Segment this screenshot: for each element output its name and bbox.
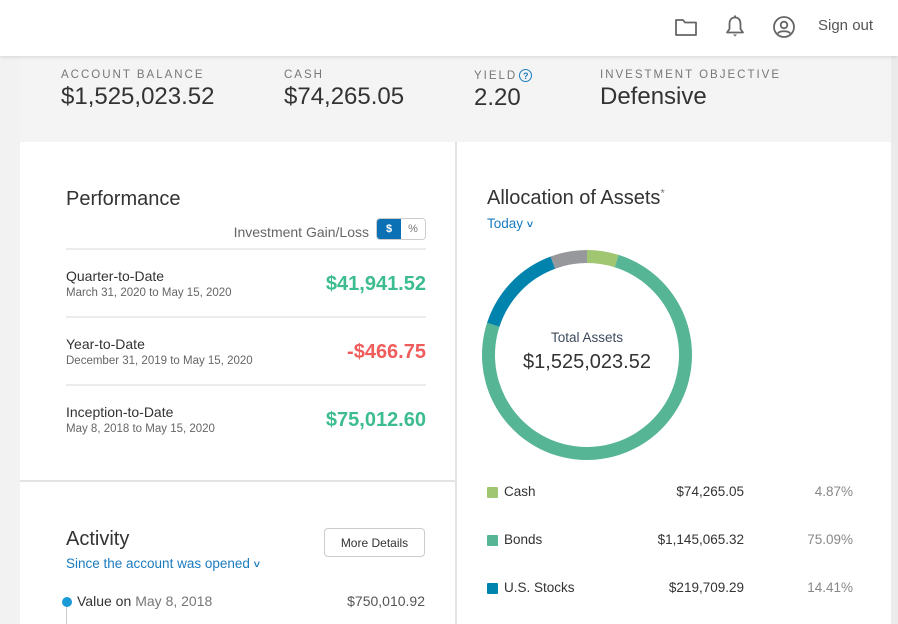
user-circle-icon [773, 16, 795, 38]
sign-out-link[interactable]: Sign out [818, 17, 873, 34]
bell-icon [726, 15, 744, 37]
legend-asset-amount: $1,145,065.32 [657, 532, 744, 547]
period-dates: March 31, 2020 to May 15, 2020 [66, 287, 232, 299]
investment-objective-stat: INVESTMENT OBJECTIVE Defensive [600, 69, 781, 111]
legend-asset-percent: 14.41% [807, 580, 853, 595]
legend-row-cash[interactable]: Cash $74,265.05 4.87% [487, 484, 853, 504]
legend-row-bonds[interactable]: Bonds $1,145,065.32 75.09% [487, 532, 853, 552]
allocation-title: Allocation of Assets* [487, 187, 665, 210]
activity-item-date: May 8, 2018 [135, 593, 213, 609]
period-gain-amount: $41,941.52 [325, 273, 426, 295]
donut-slice-u-s-stocks[interactable] [487, 256, 556, 327]
legend-asset-name: Cash [504, 484, 536, 499]
performance-title: Performance [66, 188, 181, 210]
period-name: Quarter-to-Date [66, 268, 165, 284]
legend-swatch-icon [487, 487, 498, 498]
dollar-percent-toggle[interactable]: $ % [376, 217, 426, 240]
yield-value: 2.20 [474, 84, 521, 111]
section-divider [20, 480, 455, 482]
top-navigation-bar: Sign out [0, 0, 898, 56]
total-assets-value: $1,525,023.52 [523, 351, 651, 373]
column-divider [455, 142, 457, 624]
legend-asset-amount: $74,265.05 [676, 484, 744, 499]
cash-label: CASH [284, 69, 324, 81]
donut-slice-cash[interactable] [587, 250, 619, 268]
documents-button[interactable] [673, 14, 699, 40]
profile-button[interactable] [771, 14, 797, 40]
allocation-title-text: Allocation of Assets [487, 187, 661, 209]
folder-icon [675, 19, 697, 36]
dollar-toggle-option[interactable]: $ [377, 218, 401, 239]
account-balance-label: ACCOUNT BALANCE [61, 69, 205, 81]
donut-slice-other[interactable] [550, 250, 587, 269]
period-name: Inception-to-Date [66, 404, 174, 420]
activity-item-value: $750,010.92 [347, 593, 425, 609]
legend-swatch-icon [487, 535, 498, 546]
cash-value: $74,265.05 [284, 83, 405, 110]
chevron-down-icon: ˅ [526, 219, 534, 231]
yield-stat: YIELD ? 2.20 [474, 69, 533, 112]
more-details-button[interactable]: More Details [324, 528, 425, 557]
legend-swatch-icon [487, 583, 498, 594]
total-assets-label: Total Assets [550, 330, 624, 345]
gain-loss-toggle-row: Investment Gain/Loss $ % [234, 217, 426, 240]
performance-row-quarter: Quarter-to-Date March 31, 2020 to May 15… [66, 248, 426, 316]
activity-item-label: Value on [77, 593, 132, 609]
gain-loss-label: Investment Gain/Loss [233, 224, 369, 240]
investment-objective-value: Defensive [600, 83, 707, 110]
period-name: Year-to-Date [66, 336, 145, 352]
performance-row-year: Year-to-Date December 31, 2019 to May 15… [66, 316, 426, 384]
yield-label: YIELD [474, 69, 518, 82]
donut-center-label: Total Assets $1,525,023.52 [482, 330, 692, 374]
period-dates: December 31, 2019 to May 15, 2020 [66, 355, 253, 367]
legend-asset-name: Bonds [504, 532, 543, 547]
allocation-period-label: Today [487, 216, 524, 231]
performance-row-inception: Inception-to-Date May 8, 2018 to May 15,… [66, 384, 426, 452]
period-gain-amount: $75,012.60 [325, 409, 426, 431]
legend-asset-percent: 75.09% [807, 532, 853, 547]
period-gain-amount: -$466.75 [347, 341, 426, 363]
legend-asset-amount: $219,709.29 [668, 580, 744, 595]
activity-range-dropdown[interactable]: Since the account was opened ˅ [66, 556, 260, 571]
account-overview-page: ACCOUNT BALANCE $1,525,023.52 CASH $74,2… [20, 56, 891, 624]
scrollbar[interactable] [891, 56, 898, 624]
activity-range-label: Since the account was opened [66, 556, 250, 571]
notifications-button[interactable] [722, 14, 748, 40]
timeline-dot-icon [62, 597, 72, 607]
account-summary-bar: ACCOUNT BALANCE $1,525,023.52 CASH $74,2… [20, 56, 891, 142]
legend-row-us-stocks[interactable]: U.S. Stocks $219,709.29 14.41% [487, 580, 853, 600]
chevron-down-icon: ˅ [253, 559, 261, 571]
account-balance-stat: ACCOUNT BALANCE $1,525,023.52 [61, 69, 214, 111]
help-icon[interactable]: ? [519, 69, 533, 82]
legend-asset-percent: 4.87% [814, 484, 853, 499]
allocation-period-dropdown[interactable]: Today ˅ [487, 216, 533, 231]
legend-asset-name: U.S. Stocks [504, 580, 575, 595]
cash-stat: CASH $74,265.05 [284, 69, 404, 111]
activity-item: Value on May 8, 2018 $750,010.92 [77, 593, 425, 609]
account-balance-value: $1,525,023.52 [61, 83, 215, 110]
percent-toggle-option[interactable]: % [401, 218, 425, 239]
activity-title: Activity [66, 528, 130, 550]
period-dates: May 8, 2018 to May 15, 2020 [66, 423, 215, 435]
investment-objective-label: INVESTMENT OBJECTIVE [600, 69, 782, 81]
footnote-marker: * [660, 187, 665, 200]
yield-label-row: YIELD ? [474, 69, 533, 82]
